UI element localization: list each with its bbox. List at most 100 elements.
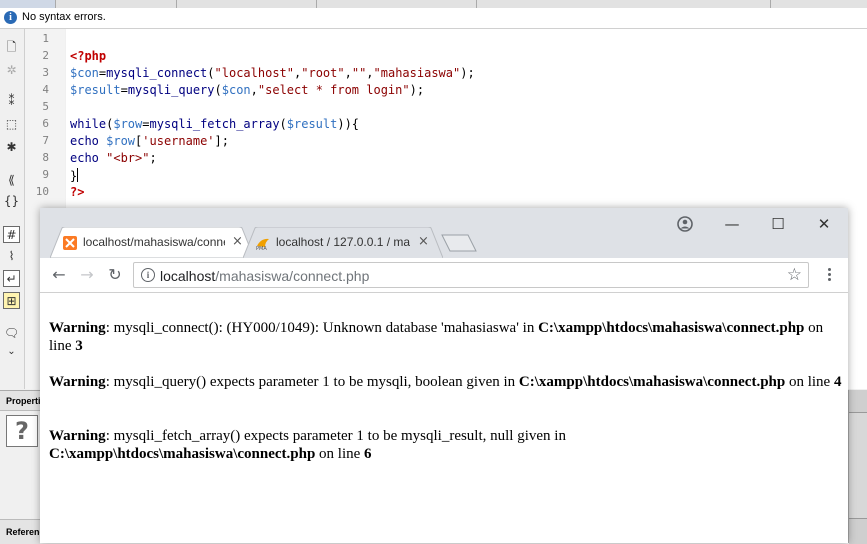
browser-window: localhost/mahasiswa/connect.php × PMA lo… bbox=[40, 208, 848, 543]
code-token: $result bbox=[70, 83, 121, 97]
warning-line-number: 4 bbox=[833, 374, 842, 390]
php-warning: Warning: mysqli_connect(): (HY000/1049):… bbox=[49, 319, 844, 355]
code-token: = bbox=[120, 83, 128, 97]
warning-message: : mysqli_connect(): (HY000/1049): Unknow… bbox=[105, 320, 539, 336]
code-token: } bbox=[70, 169, 78, 183]
code-token: ; bbox=[149, 151, 157, 165]
profile-icon[interactable] bbox=[674, 215, 696, 233]
code-token: , bbox=[344, 66, 352, 80]
phpmyadmin-icon: PMA bbox=[256, 238, 269, 250]
code-token: 'username' bbox=[142, 134, 215, 148]
line-number: 8 bbox=[42, 151, 49, 164]
expand-all-icon[interactable]: ✱ bbox=[3, 139, 20, 156]
new-tab-button[interactable] bbox=[441, 234, 477, 252]
warning-message: : mysqli_query() expects parameter 1 to … bbox=[105, 374, 519, 390]
expand-collapse-icon[interactable]: ⁑ bbox=[3, 93, 20, 110]
warning-line-number: 6 bbox=[364, 446, 372, 462]
code-token: $con bbox=[221, 83, 251, 97]
page-content: Warning: mysqli_connect(): (HY000/1049):… bbox=[40, 293, 848, 543]
code-token: echo bbox=[70, 134, 107, 148]
reference-panel-title: Reference bbox=[0, 519, 40, 544]
code-token: ( bbox=[207, 66, 215, 80]
code-line[interactable]: ?> bbox=[70, 185, 84, 199]
comment-icon[interactable]: 🗨 bbox=[3, 325, 20, 342]
bookmark-icon[interactable]: ⟪ bbox=[3, 172, 20, 189]
url-host: localhost bbox=[160, 268, 216, 284]
xampp-icon bbox=[63, 236, 77, 250]
php-warning: Warning: mysqli_query() expects paramete… bbox=[49, 373, 844, 391]
word-wrap-icon[interactable]: ↵ bbox=[3, 270, 20, 287]
line-number: 3 bbox=[42, 66, 49, 79]
tab-strip: localhost/mahasiswa/connect.php × PMA lo… bbox=[40, 208, 848, 258]
warning-file: C:\xampp\htdocs\mahasiswa\connect.php bbox=[518, 374, 786, 390]
bookmark-star-icon[interactable]: ☆ bbox=[787, 265, 802, 285]
tab-connect-php[interactable]: localhost/mahasiswa/connect.php × bbox=[50, 227, 254, 258]
code-token: ); bbox=[409, 83, 425, 97]
forward-arrow-icon[interactable]: → bbox=[77, 265, 97, 285]
syntax-check-icon[interactable]: ⊞ bbox=[3, 292, 20, 309]
highlight-icon[interactable]: ⌇ bbox=[3, 248, 20, 265]
new-document-icon[interactable]: 🗋 bbox=[3, 39, 20, 56]
code-line[interactable]: $result=mysqli_query($con,"select * from… bbox=[70, 83, 424, 97]
maximize-button[interactable]: ☐ bbox=[763, 214, 793, 234]
code-token: mysqli_connect bbox=[106, 66, 208, 80]
tab-phpmyadmin[interactable]: PMA localhost / 127.0.0.1 / mahasiswa × bbox=[243, 227, 443, 258]
line-numbers-toggle-icon[interactable]: # bbox=[3, 226, 20, 243]
code-token: , bbox=[366, 66, 374, 80]
address-url[interactable]: localhost/mahasiswa/connect.php bbox=[160, 268, 369, 284]
warning-label: Warning bbox=[49, 374, 106, 390]
code-line[interactable]: echo "<br>"; bbox=[70, 151, 157, 165]
braces-icon[interactable]: {} bbox=[3, 193, 20, 210]
info-icon: i bbox=[4, 11, 17, 24]
code-token: ( bbox=[214, 83, 222, 97]
line-number: 5 bbox=[42, 100, 49, 113]
settings-gear-icon[interactable]: ✲ bbox=[3, 62, 20, 79]
close-tab-icon[interactable]: × bbox=[232, 234, 243, 249]
code-token: $result bbox=[286, 117, 338, 131]
toolbar-segment[interactable] bbox=[196, 0, 317, 8]
close-window-button[interactable]: ✕ bbox=[809, 214, 839, 234]
properties-panel: Properties ? Reference bbox=[0, 390, 40, 544]
line-number: 10 bbox=[35, 185, 49, 198]
toolbar-segment[interactable] bbox=[570, 0, 771, 8]
code-line[interactable]: <?php bbox=[70, 49, 106, 63]
text-cursor bbox=[77, 168, 79, 182]
toolbar-segment[interactable] bbox=[336, 0, 477, 8]
reload-icon[interactable]: ↻ bbox=[105, 265, 125, 285]
tab-title: localhost / 127.0.0.1 / mahasiswa bbox=[276, 235, 410, 249]
site-info-icon[interactable]: i bbox=[141, 268, 155, 282]
browser-menu-icon[interactable] bbox=[825, 266, 833, 284]
line-number: 6 bbox=[42, 117, 49, 130]
url-path: /mahasiswa/connect.php bbox=[215, 268, 370, 284]
warning-file: C:\xampp\htdocs\mahasiswa\connect.php bbox=[49, 446, 316, 462]
line-number: 9 bbox=[42, 168, 49, 181]
address-bar[interactable]: i localhost/mahasiswa/connect.php ☆ bbox=[133, 262, 809, 288]
close-tab-icon[interactable]: × bbox=[418, 234, 429, 249]
back-arrow-icon[interactable]: ← bbox=[49, 265, 69, 285]
code-line[interactable]: } bbox=[70, 168, 79, 183]
browser-toolbar: ← → ↻ i localhost/mahasiswa/connect.php … bbox=[40, 258, 848, 293]
minimize-button[interactable]: — bbox=[717, 214, 747, 234]
toolbar-segment[interactable] bbox=[56, 0, 177, 8]
warning-message: : mysqli_fetch_array() expects parameter… bbox=[105, 428, 566, 444]
syntax-status-message: No syntax errors. bbox=[22, 11, 106, 23]
warning-label: Warning bbox=[49, 320, 106, 336]
unknown-property-icon: ? bbox=[6, 415, 38, 447]
line-number: 1 bbox=[42, 32, 49, 45]
warning-label: Warning bbox=[49, 428, 106, 444]
line-number: 7 bbox=[42, 134, 49, 147]
code-token: , bbox=[250, 83, 258, 97]
code-line[interactable]: echo $row['username']; bbox=[70, 134, 229, 148]
syntax-status-bar: i No syntax errors. bbox=[0, 8, 867, 29]
php-warning: Warning: mysqli_fetch_array() expects pa… bbox=[49, 427, 844, 463]
svg-text:PMA: PMA bbox=[256, 246, 267, 250]
line-number: 4 bbox=[42, 83, 49, 96]
code-token: = bbox=[142, 117, 150, 131]
code-token: "<br>" bbox=[106, 151, 150, 165]
panel-header-edge bbox=[849, 390, 867, 413]
toolbar-segment[interactable] bbox=[0, 0, 56, 8]
select-block-icon[interactable]: ⬚ bbox=[3, 116, 20, 133]
more-tools-chevron-icon[interactable]: ⌄ bbox=[3, 343, 20, 360]
code-line[interactable]: while($row=mysqli_fetch_array($result)){ bbox=[70, 117, 359, 131]
code-line[interactable]: $con=mysqli_connect("localhost","root","… bbox=[70, 66, 475, 80]
